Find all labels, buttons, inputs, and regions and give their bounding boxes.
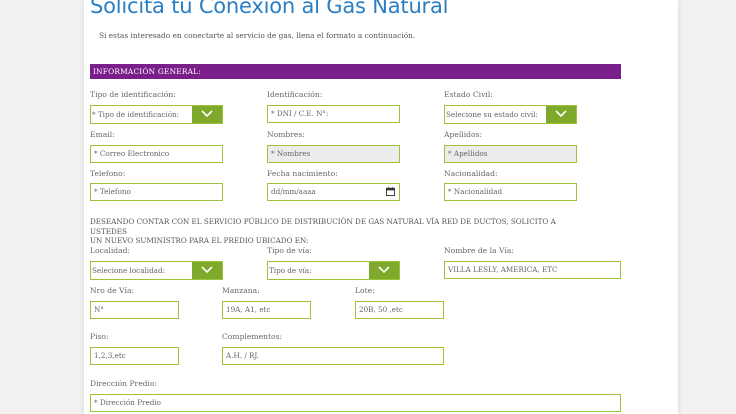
label-lote: Lote: xyxy=(355,286,375,295)
label-telefono: Telefono: xyxy=(90,169,126,178)
page-background-right xyxy=(678,0,736,414)
page-background-left xyxy=(0,0,84,414)
chevron-down-icon[interactable] xyxy=(192,106,222,123)
direccion-predio-input[interactable]: * Dirección Predio xyxy=(90,394,621,412)
label-complementos: Complementos: xyxy=(222,332,283,341)
lote-input[interactable]: 20B, 50 ,etc xyxy=(355,301,444,319)
nacionalidad-input[interactable]: * Nacionalidad xyxy=(444,183,577,201)
telefono-input[interactable]: * Telefono xyxy=(90,183,223,201)
label-direccion-predio: Dirección Predio: xyxy=(90,379,158,388)
page-title: Solicita tu Conexión al Gas Natural xyxy=(90,0,449,18)
label-estado-civil: Estado Civil: xyxy=(444,90,493,99)
select-tipo-identificacion-value: * Tipo de identificación: xyxy=(92,110,180,119)
chevron-down-icon[interactable] xyxy=(546,106,576,123)
email-input[interactable]: * Correo Electronico xyxy=(90,145,223,163)
label-nombres: Nombres: xyxy=(267,130,305,139)
chevron-down-icon[interactable] xyxy=(192,262,222,279)
label-localidad: Localidad: xyxy=(90,246,131,255)
supply-request-notice: DESEANDO CONTAR CON EL SERVICIO PÚBLICO … xyxy=(90,217,590,246)
select-tipo-identificacion[interactable]: * Tipo de identificación: xyxy=(90,105,223,124)
select-tipo-via[interactable]: Tipo de vía: xyxy=(267,261,400,280)
complementos-input[interactable]: A.H. / RJ. xyxy=(222,347,444,365)
select-estado-civil[interactable]: Selecione su estado civil: xyxy=(444,105,577,124)
piso-input[interactable]: 1,2,3,etc xyxy=(90,347,179,365)
fecha-nacimiento-placeholder: dd/mm/aaaa xyxy=(271,187,316,196)
page-subtitle: Si estas interesado en conectarte al ser… xyxy=(99,31,416,40)
label-piso: Piso: xyxy=(90,332,109,341)
label-email: Email: xyxy=(90,130,115,139)
fecha-nacimiento-input[interactable]: dd/mm/aaaa xyxy=(267,183,400,201)
label-nombre-via: Nombre de la Vía: xyxy=(444,246,514,255)
identificacion-input[interactable]: * DNI / C.E. N°: xyxy=(267,105,400,123)
select-estado-civil-value: Selecione su estado civil: xyxy=(446,110,538,119)
label-tipo-identificacion: Tipo de identificación: xyxy=(90,90,176,99)
label-fecha-nacimiento: Fecha nacimiento: xyxy=(267,169,338,178)
select-localidad[interactable]: Selecione localidad: xyxy=(90,261,223,280)
calendar-icon[interactable] xyxy=(386,187,395,196)
chevron-down-icon[interactable] xyxy=(369,262,399,279)
nro-via-input[interactable]: N° xyxy=(90,301,179,319)
label-tipo-via: Tipo de vía: xyxy=(267,246,312,255)
notice-line-2: UN NUEVO SUMINISTRO PARA EL PREDIO UBICA… xyxy=(90,236,309,245)
label-nacionalidad: Nacionalidad: xyxy=(444,169,498,178)
label-apellidos: Apellidos: xyxy=(444,130,483,139)
label-nro-via: Nro de Vía: xyxy=(90,286,135,295)
nombres-input[interactable]: * Nombres xyxy=(267,145,400,163)
label-identificacion: Identificación: xyxy=(267,90,323,99)
apellidos-input[interactable]: * Apellidos xyxy=(444,145,577,163)
section-header-general-info: INFORMACIÓN GENERAL: xyxy=(90,64,621,79)
nombre-via-input[interactable]: VILLA LESLY, AMERICA, ETC xyxy=(444,261,621,279)
select-tipo-via-value: Tipo de vía: xyxy=(269,266,312,275)
select-localidad-value: Selecione localidad: xyxy=(92,266,165,275)
notice-line-1: DESEANDO CONTAR CON EL SERVICIO PÚBLICO … xyxy=(90,217,556,236)
label-manzana: Manzana: xyxy=(222,286,260,295)
manzana-input[interactable]: 19A, A1, etc xyxy=(222,301,311,319)
